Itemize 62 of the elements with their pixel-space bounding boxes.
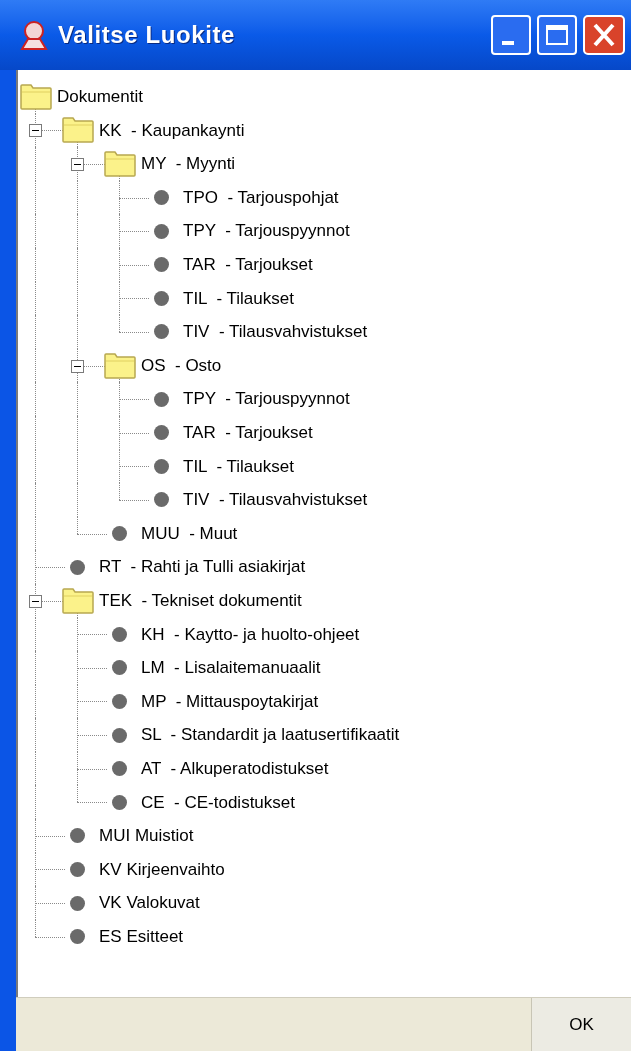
bullet-icon — [154, 257, 169, 273]
window-title: Valitse Luokite — [58, 20, 236, 50]
item-label[interactable]: AT - Alkuperatodistukset — [141, 755, 329, 782]
item-label[interactable]: TPY - Tarjouspyynnot — [183, 218, 350, 244]
bullet-icon — [112, 694, 127, 709]
collapse-toggle-icon[interactable] — [71, 359, 84, 373]
ok-button[interactable]: OK — [531, 998, 631, 1051]
close-button[interactable] — [583, 15, 625, 55]
bullet-icon — [70, 559, 85, 575]
item-label[interactable]: TIL - Tilaukset — [183, 453, 294, 480]
collapse-toggle-icon[interactable] — [29, 594, 42, 608]
folder-label[interactable]: KK - Kaupankaynti — [99, 117, 245, 144]
collapse-toggle-icon[interactable] — [71, 158, 84, 171]
bullet-icon — [154, 223, 169, 239]
bullet-icon — [112, 727, 127, 743]
bullet-icon — [70, 828, 85, 844]
item-label[interactable]: LM - Lisalaitemanuaalit — [141, 655, 321, 681]
bullet-icon — [154, 324, 169, 340]
bullet-icon — [154, 190, 169, 206]
item-label[interactable]: MUI Muistiot — [99, 823, 194, 849]
item-label[interactable]: TPY - Tarjouspyynnot — [183, 386, 350, 412]
item-label[interactable]: MP - Mittauspoytakirjat — [141, 688, 319, 715]
bullet-icon — [112, 626, 127, 642]
app-icon — [18, 19, 50, 51]
folder-icon — [104, 352, 136, 379]
item-label[interactable]: CE - CE-todistukset — [141, 789, 295, 815]
folder-icon — [20, 83, 52, 110]
bullet-icon — [70, 929, 85, 945]
folder-icon — [104, 151, 136, 177]
bullet-icon — [154, 492, 169, 508]
bullet-icon — [112, 526, 127, 541]
bullet-icon — [70, 861, 85, 877]
maximize-button[interactable] — [537, 15, 577, 55]
bullet-icon — [112, 794, 127, 810]
folder-label[interactable]: MY - Myynti — [141, 151, 236, 177]
bullet-icon — [154, 290, 169, 306]
collapse-toggle-icon[interactable] — [29, 124, 42, 138]
folder-label[interactable]: Dokumentit — [57, 84, 143, 110]
bullet-icon — [154, 458, 169, 474]
item-label[interactable]: TAR - Tarjoukset — [183, 252, 313, 278]
folder-label[interactable]: OS - Osto — [141, 352, 222, 379]
minimize-button[interactable] — [491, 15, 531, 55]
bullet-icon — [154, 425, 169, 441]
bullet-icon — [112, 761, 127, 777]
folder-icon — [62, 117, 94, 144]
bullet-icon — [112, 660, 127, 676]
item-label[interactable]: KH - Kaytto- ja huolto-ohjeet — [141, 621, 360, 648]
item-label[interactable]: TPO - Tarjouspohjat — [183, 184, 339, 211]
folder-label[interactable]: TEK - Tekniset dokumentit — [99, 587, 302, 614]
item-label[interactable]: TAR - Tarjoukset — [183, 420, 313, 446]
item-label[interactable]: ES Esitteet — [99, 923, 184, 950]
item-label[interactable]: VK Valokuvat — [99, 890, 200, 916]
item-label[interactable]: TIV - Tilausvahvistukset — [183, 487, 368, 513]
item-label[interactable]: TIL - Tilaukset — [183, 285, 294, 312]
item-label[interactable]: TIV - Tilausvahvistukset — [183, 319, 368, 345]
item-label[interactable]: KV Kirjeenvaihto — [99, 856, 225, 883]
item-label[interactable]: MUU - Muut — [141, 520, 238, 547]
item-label[interactable]: SL - Standardit ja laatusertifikaatit — [141, 722, 400, 748]
folder-icon — [62, 587, 94, 614]
bullet-icon — [154, 391, 169, 407]
bullet-icon — [70, 895, 85, 911]
item-label[interactable]: RT - Rahti ja Tulli asiakirjat — [99, 554, 306, 580]
